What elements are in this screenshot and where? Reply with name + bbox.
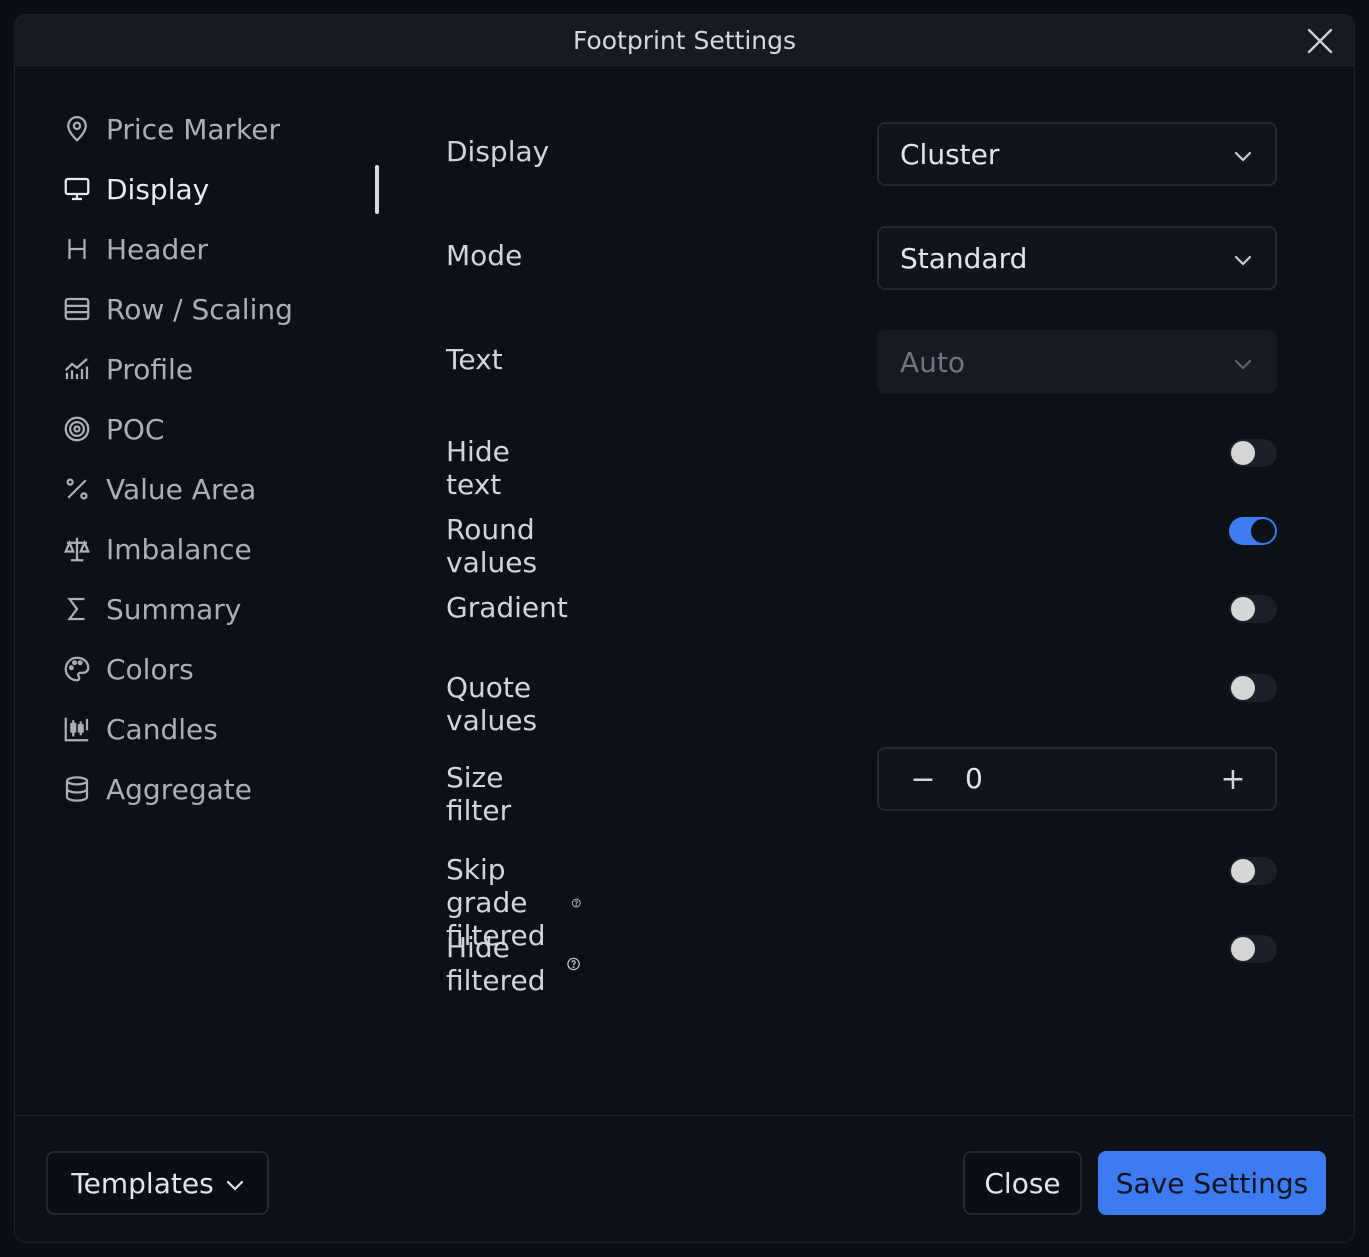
quote-values-toggle[interactable] [1229,674,1277,702]
chevron-down-icon [1234,359,1252,370]
sidebar-item-label: Imbalance [106,532,252,566]
mode-label: Mode [446,239,523,272]
sidebar-item-label: Profile [106,352,194,386]
chevron-down-icon [1234,255,1252,266]
hide-filtered-row: Hide filtered [446,931,582,997]
display-select[interactable]: Cluster [877,122,1277,186]
increment-button[interactable]: + [1203,749,1263,809]
sidebar-item-imbalance[interactable]: Imbalance [61,519,391,579]
quote-values-label: Quote values [446,671,538,737]
monitor-icon [61,173,93,205]
chevron-down-icon [1234,151,1252,162]
sidebar-item-label: Value Area [106,472,257,506]
map-pin-icon [61,113,93,145]
save-settings-button[interactable]: Save Settings [1098,1151,1326,1215]
help-circle-icon[interactable] [566,952,581,976]
help-circle-icon[interactable] [571,891,582,915]
text-label: Text [446,343,503,376]
active-indicator [375,165,379,214]
sidebar-item-label: Row / Scaling [106,292,293,326]
sidebar-item-summary[interactable]: Summary [61,579,391,639]
sidebar-item-label: Price Marker [106,112,280,146]
sidebar-item-colors[interactable]: Colors [61,639,391,699]
footprint-settings-dialog: Footprint Settings Price Marker Display … [14,14,1355,1243]
dialog-title: Footprint Settings [572,26,797,55]
hide-filtered-label: Hide filtered [446,931,546,997]
database-icon [61,773,93,805]
title-bar: Footprint Settings [15,15,1354,66]
dialog-footer: Templates Close Save Settings [15,1115,1354,1242]
target-icon [61,413,93,445]
palette-icon [61,653,93,685]
gradient-label: Gradient [446,591,568,624]
close-icon[interactable] [1306,27,1334,55]
sidebar-item-row-scaling[interactable]: Row / Scaling [61,279,391,339]
sidebar-item-header[interactable]: Header [61,219,391,279]
text-select: Auto [877,330,1277,394]
size-filter-label: Size filter [446,761,512,827]
mode-select[interactable]: Standard [877,226,1277,290]
percent-icon [61,473,93,505]
rows-icon [61,293,93,325]
mode-select-value: Standard [900,241,1028,275]
skip-grade-filtered-toggle[interactable] [1229,857,1277,885]
sidebar-item-candles[interactable]: Candles [61,699,391,759]
hide-text-label: Hide text [446,435,510,501]
sidebar-item-label: Aggregate [106,772,252,806]
sidebar-item-price-marker[interactable]: Price Marker [61,99,391,159]
chart-bars-icon [61,353,93,385]
heading-icon [61,233,93,265]
sigma-icon [61,593,93,625]
sidebar-item-display[interactable]: Display [61,159,391,219]
templates-label: Templates [71,1166,214,1200]
display-select-value: Cluster [900,137,1000,171]
chevron-down-icon [226,1180,244,1191]
candles-icon [61,713,93,745]
size-filter-value[interactable]: 0 [965,749,983,809]
sidebar-item-label: Summary [106,592,242,626]
hide-filtered-toggle[interactable] [1229,935,1277,963]
close-button[interactable]: Close [963,1151,1082,1215]
sidebar-item-label: Candles [106,712,218,746]
gradient-toggle[interactable] [1229,595,1277,623]
templates-button[interactable]: Templates [46,1151,269,1215]
sidebar-item-value-area[interactable]: Value Area [61,459,391,519]
sidebar-item-label: Display [106,172,210,206]
sidebar-item-label: Colors [106,652,194,686]
text-select-value: Auto [900,345,966,379]
hide-text-toggle[interactable] [1229,439,1277,467]
sidebar-item-profile[interactable]: Profile [61,339,391,399]
round-values-label: Round values [446,513,538,579]
sidebar-item-poc[interactable]: POC [61,399,391,459]
scale-icon [61,533,93,565]
sidebar-item-aggregate[interactable]: Aggregate [61,759,391,819]
sidebar-item-label: POC [106,412,165,446]
round-values-toggle[interactable] [1229,517,1277,545]
display-label: Display [446,135,550,168]
decrement-button[interactable]: − [893,749,953,809]
size-filter-stepper: − 0 + [877,747,1277,811]
sidebar-item-label: Header [106,232,208,266]
sidebar-nav: Price Marker Display Header Row / Scalin… [61,99,391,819]
